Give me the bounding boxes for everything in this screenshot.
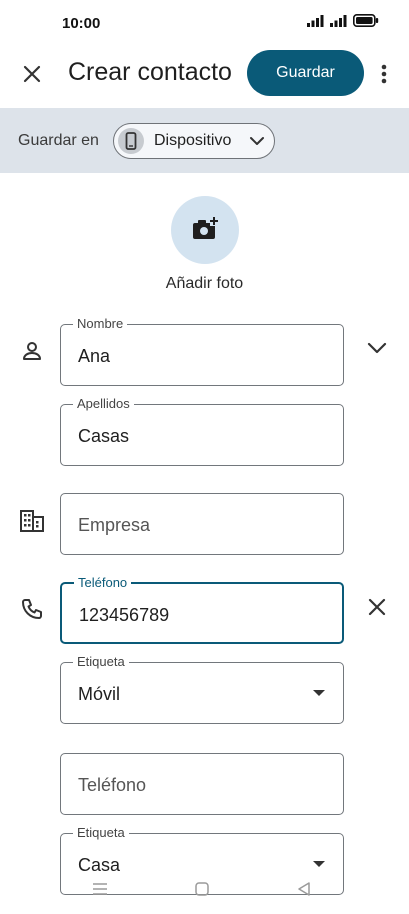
dropdown-arrow-icon-2 [313,861,325,867]
system-nav-bar [0,872,409,914]
status-icons [307,14,379,27]
more-vert-icon [381,64,387,84]
more-options-button[interactable] [374,60,394,88]
last-name-value: Casas [78,426,130,446]
phone-type-value: Móvil [78,684,121,704]
back-nav-icon[interactable] [296,881,312,897]
home-nav-icon[interactable] [194,881,210,897]
phone-label: Teléfono [74,575,132,590]
first-name-label: Nombre [73,316,128,331]
device-selector[interactable]: Dispositivo [113,123,275,159]
phone2-placeholder: Teléfono [78,775,147,795]
person-icon [23,342,41,360]
signal-icon-2 [330,14,347,27]
last-name-field[interactable]: Apellidos Casas [60,396,344,466]
first-name-field[interactable]: Nombre Ana [60,316,344,386]
app-header: Crear contacto Guardar [0,46,409,108]
device-label: Dispositivo [154,132,232,149]
recents-nav-icon[interactable] [91,882,109,896]
company-field[interactable]: Empresa [60,493,344,555]
clear-phone-icon[interactable] [366,596,388,618]
business-icon [20,510,44,532]
phone-field[interactable]: Teléfono 123456789 [60,575,344,644]
signal-icon [307,14,324,27]
phone-type-select[interactable]: Etiqueta Móvil [60,654,344,724]
expand-name-icon[interactable] [366,340,388,356]
close-button[interactable] [18,60,46,88]
add-photo-button[interactable] [171,196,239,264]
smartphone-icon [125,132,137,150]
phone-value: 123456789 [79,605,170,625]
status-bar: 10:00 [0,0,409,46]
add-photo-icon [193,217,218,239]
save-in-label: Guardar en [18,132,99,149]
battery-icon [353,14,379,27]
phone-icon [22,599,42,619]
phone-type-label: Etiqueta [73,654,129,669]
save-in-bar: Guardar en Dispositivo [0,108,409,173]
last-name-label: Apellidos [73,396,134,411]
phone-badge [118,128,144,154]
close-icon [23,65,41,83]
page-title: Crear contacto [68,58,232,86]
first-name-value: Ana [78,346,111,366]
phone2-type-label: Etiqueta [73,825,129,840]
save-button[interactable]: Guardar [247,50,364,96]
dropdown-arrow-icon [313,690,325,696]
chevron-down-icon [250,137,264,145]
status-time: 10:00 [62,15,101,32]
add-photo-label: Añadir foto [165,275,244,292]
phone2-field[interactable]: Teléfono [60,753,344,815]
company-placeholder: Empresa [78,515,151,535]
